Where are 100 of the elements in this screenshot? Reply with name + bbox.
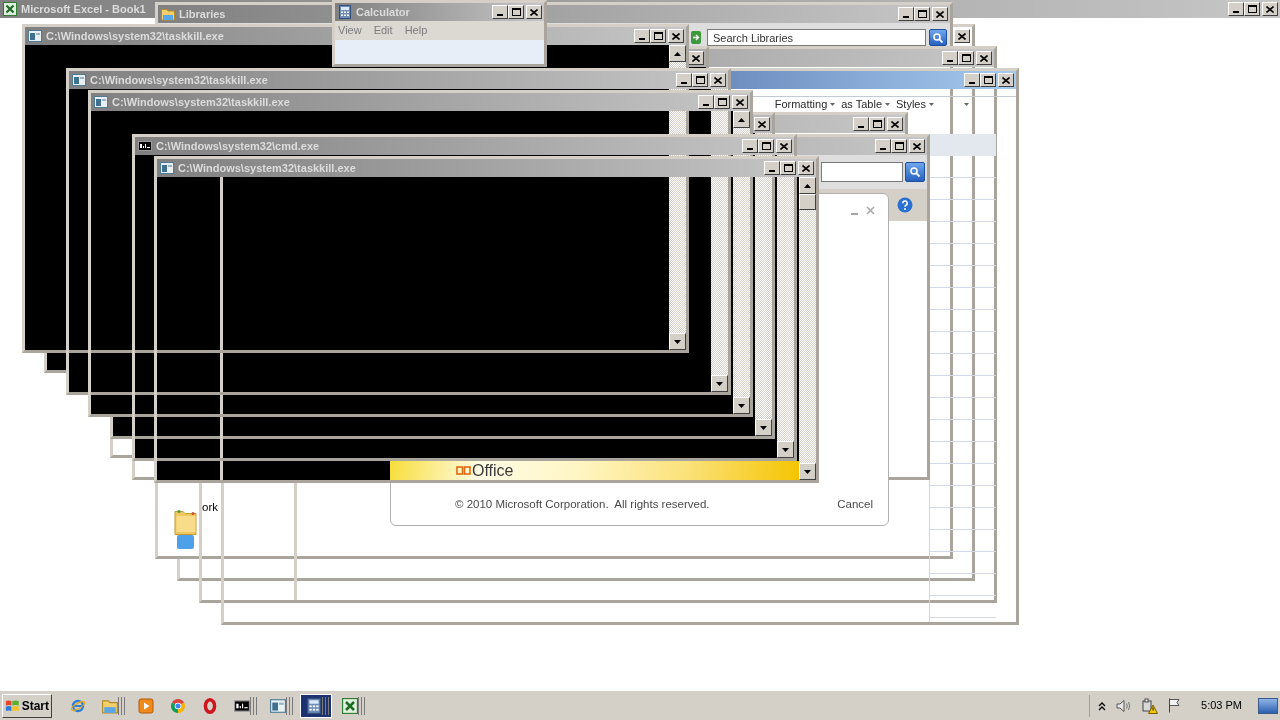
maximize-icon: [717, 98, 727, 106]
down-arrow-icon: [804, 469, 811, 474]
help-button[interactable]: [897, 197, 913, 213]
down-arrow-icon: [782, 447, 789, 452]
minimize-icon: [639, 38, 645, 40]
chevron-up-icon[interactable]: [1098, 700, 1107, 711]
minimize-button[interactable]: [964, 73, 980, 87]
minimize-icon: [747, 148, 753, 150]
search-field[interactable]: [821, 162, 903, 182]
scroll-down-button[interactable]: [711, 375, 728, 392]
window-title: C:\Windows\system32\taskkill.exe: [178, 161, 356, 175]
maximize-button[interactable]: [650, 29, 666, 43]
close-icon: [714, 76, 722, 84]
maximize-button[interactable]: [714, 95, 730, 109]
network-warning-icon[interactable]: [1142, 697, 1159, 714]
maximize-button[interactable]: [758, 139, 774, 153]
scroll-up-button[interactable]: [799, 177, 816, 194]
window-title: Calculator: [356, 5, 410, 19]
maximize-button[interactable]: [1244, 2, 1260, 16]
scroll-thumb[interactable]: [799, 194, 816, 210]
close-icon: [891, 120, 899, 128]
nav-item[interactable]: ork: [202, 500, 218, 514]
window-icon: [28, 29, 42, 43]
up-arrow-icon: [804, 183, 811, 188]
arrow-icon[interactable]: [691, 31, 701, 44]
window-icon: [94, 95, 108, 109]
scroll-down-button[interactable]: [669, 333, 686, 350]
taskbar-button[interactable]: [300, 693, 332, 718]
close-icon: [1266, 5, 1274, 13]
search-button[interactable]: [905, 162, 925, 182]
logo-icon: [5, 698, 20, 713]
folder-icon: [174, 508, 197, 550]
maximize-icon: [983, 76, 993, 84]
cancel-button[interactable]: Cancel: [837, 497, 873, 511]
close-icon: [980, 54, 988, 62]
flag-icon[interactable]: [1168, 698, 1182, 713]
ribbon-dropdown[interactable]: Styles: [896, 98, 934, 111]
ribbon-dropdown[interactable]: Formatting: [774, 98, 836, 111]
scroll-up-button[interactable]: [669, 45, 686, 62]
minimize-icon: [497, 14, 503, 16]
minimize-button[interactable]: [676, 73, 692, 87]
close-icon: [913, 142, 921, 150]
window-title: Microsoft Excel - Book1: [21, 2, 146, 16]
minimize-button[interactable]: [898, 7, 914, 21]
maximize-button[interactable]: [891, 139, 907, 153]
scroll-down-button[interactable]: [799, 463, 816, 480]
maximize-button[interactable]: [692, 73, 708, 87]
window-title: Libraries: [179, 7, 226, 21]
search-field[interactable]: Search Libraries: [707, 29, 926, 46]
calculator-icon: [306, 697, 322, 714]
scrollbar[interactable]: [777, 155, 794, 458]
dropdown-button[interactable]: [964, 103, 969, 106]
scroll-down-button[interactable]: [777, 441, 794, 458]
down-arrow-icon: [760, 425, 767, 430]
down-arrow-icon: [674, 339, 681, 344]
caret-icon: [885, 103, 891, 106]
close-icon: [866, 206, 875, 215]
scrollbar[interactable]: [799, 177, 816, 480]
search-icon: [910, 167, 920, 177]
maximize-button[interactable]: [869, 117, 885, 131]
minimize-icon: [903, 16, 909, 18]
maximize-button[interactable]: [508, 5, 524, 19]
window-icon: [72, 73, 86, 87]
minimize-button[interactable]: [1228, 2, 1244, 16]
globe-orbit-icon: [70, 697, 86, 714]
minimize-icon: [681, 82, 687, 84]
folder-icon: [102, 697, 118, 714]
window-title: C:\Windows\system32\cmd.exe: [156, 139, 320, 153]
terminal-icon: [138, 139, 152, 153]
minimize-button[interactable]: [698, 95, 714, 109]
caret-icon: [964, 103, 969, 106]
minimize-button[interactable]: [764, 161, 780, 175]
terminal-icon: [234, 697, 250, 714]
maximize-button[interactable]: [958, 51, 974, 65]
minimize-button[interactable]: [742, 139, 758, 153]
maximize-icon: [511, 8, 521, 16]
minimize-button[interactable]: [875, 139, 891, 153]
minimize-button[interactable]: [942, 51, 958, 65]
scroll-up-button[interactable]: [733, 111, 750, 128]
maximize-button[interactable]: [980, 73, 996, 87]
help-icon: [897, 197, 913, 213]
maximize-icon: [653, 32, 663, 40]
calculator-icon: [338, 5, 352, 19]
minimize-icon: [703, 104, 709, 106]
minimize-icon: [880, 148, 886, 150]
minimize-button[interactable]: [634, 29, 650, 43]
ribbon-dropdown[interactable]: as Table: [841, 98, 891, 111]
search-button[interactable]: [929, 29, 947, 46]
maximize-icon: [894, 142, 904, 150]
speaker-icon[interactable]: [1116, 698, 1133, 713]
minimize-button[interactable]: [492, 5, 508, 19]
start-button[interactable]: Start: [2, 693, 52, 718]
show-desktop-button[interactable]: [1258, 697, 1278, 714]
minimize-button[interactable]: [853, 117, 869, 131]
scroll-down-button[interactable]: [733, 397, 750, 414]
scroll-down-button[interactable]: [755, 419, 772, 436]
maximize-button[interactable]: [914, 7, 930, 21]
maximize-button[interactable]: [780, 161, 796, 175]
logo-text: Office: [472, 461, 514, 480]
down-arrow-icon: [716, 381, 723, 386]
